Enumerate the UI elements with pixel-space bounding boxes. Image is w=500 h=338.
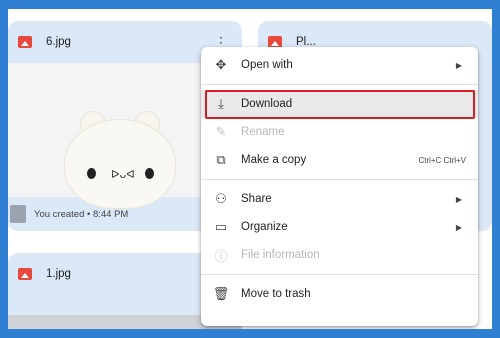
menu-item-move-to-trash[interactable]: 🗑 Move to trash [201, 280, 478, 308]
download-icon: ⤓ [218, 96, 224, 112]
menu-item-download[interactable]: ⤓ Download [201, 90, 478, 119]
folder-icon: ▭ [214, 219, 228, 235]
menu-item-label: Open with [241, 59, 293, 71]
bear-eye [87, 168, 96, 179]
copy-icon: ⧉ [216, 152, 226, 168]
shortcut-hint: Ctrl+C Ctrl+V [418, 155, 466, 165]
menu-item-file-information: ⓘ File information [201, 241, 478, 269]
menu-item-label: Make a copy [241, 154, 307, 166]
drive-file-grid: 6.jpg ⋮ ᐅᴗᐊ You created • 8:44 PM Pl... [8, 9, 492, 329]
file-name: 6.jpg [46, 36, 71, 48]
info-icon: ⓘ [214, 249, 228, 265]
menu-item-rename: ✎ Rename [201, 118, 478, 146]
menu-item-label: Organize [241, 221, 288, 233]
menu-item-label: File information [241, 249, 320, 261]
menu-item-label: Share [241, 193, 272, 205]
bear-image: ᐅᴗᐊ [60, 63, 180, 209]
context-menu: ✥ Open with ▶ ⤓ Download ✎ Rename ⧉ Make… [201, 47, 478, 326]
trash-icon: 🗑 [212, 286, 230, 302]
menu-item-label: Move to trash [241, 288, 311, 300]
file-activity-text: You created • 8:44 PM [34, 208, 129, 220]
menu-item-make-a-copy[interactable]: ⧉ Make a copy Ctrl+C Ctrl+V [201, 146, 478, 174]
image-file-icon [18, 36, 32, 48]
menu-item-open-with[interactable]: ✥ Open with ▶ [201, 51, 478, 79]
image-file-icon [18, 268, 32, 280]
move-arrows-icon: ✥ [215, 57, 227, 73]
file-name: 1.jpg [46, 268, 71, 280]
pencil-icon: ✎ [215, 124, 227, 140]
bear-head: ᐅᴗᐊ [64, 119, 176, 209]
submenu-arrow-icon: ▶ [455, 222, 462, 232]
menu-divider [201, 84, 478, 85]
submenu-arrow-icon: ▶ [455, 60, 462, 70]
submenu-arrow-icon: ▶ [455, 194, 462, 204]
person-add-icon: ⚇ [215, 191, 227, 207]
menu-item-organize[interactable]: ▭ Organize ▶ [201, 213, 478, 241]
menu-item-label: Download [241, 98, 293, 110]
menu-item-share[interactable]: ⚇ Share ▶ [201, 185, 478, 213]
menu-divider [201, 179, 478, 180]
menu-item-label: Rename [241, 126, 285, 138]
bear-eye [145, 168, 154, 179]
bear-mouth: ᐅᴗᐊ [111, 168, 135, 181]
menu-divider [201, 274, 478, 275]
avatar [10, 205, 26, 223]
